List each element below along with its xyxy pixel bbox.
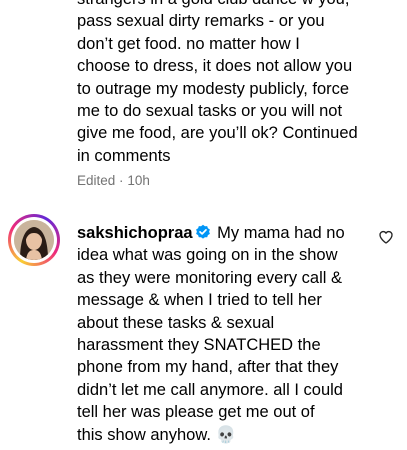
comment-line: to outrage my modesty publicly, force bbox=[77, 79, 350, 98]
comment-time[interactable]: 10h bbox=[127, 173, 150, 188]
comment-line: pass sexual dirty remarks - or you bbox=[77, 12, 325, 31]
comment-line: strangers in a gold club dance w you, bbox=[77, 0, 349, 8]
skull-emoji-icon: 💀 bbox=[215, 424, 237, 444]
comment-item: sakshichopraa My mama had no idea what w… bbox=[77, 222, 377, 446]
comment-line: give me food, are you’ll ok? Continued bbox=[77, 124, 358, 143]
avatar-photo bbox=[14, 220, 54, 260]
avatar-image-icon bbox=[14, 220, 54, 260]
meta-separator: · bbox=[119, 173, 124, 189]
comment-line: harassment they SNATCHED the bbox=[77, 336, 321, 355]
comment-line: My mama had no bbox=[217, 224, 345, 242]
comment-line: about these tasks & sexual bbox=[77, 313, 275, 332]
comment-line: tell her was please get me out of bbox=[77, 403, 315, 422]
comment-line: idea what was going on in the show bbox=[77, 246, 338, 265]
comment-text: strangers in a gold club dance w you, pa… bbox=[77, 0, 395, 167]
comment-username[interactable]: sakshichopraa bbox=[77, 224, 193, 242]
comment-line: phone from my hand, after that they bbox=[77, 358, 339, 377]
verified-badge-icon bbox=[195, 224, 210, 239]
comment-text: sakshichopraa My mama had no idea what w… bbox=[77, 222, 377, 446]
comment-line: didn’t let me call anymore. all I could bbox=[77, 380, 343, 399]
comment-line: me to do sexual tasks or you will not bbox=[77, 102, 343, 121]
comment-line: in comments bbox=[77, 146, 171, 165]
comment-line: this show anyhow. bbox=[77, 425, 211, 444]
avatar-border bbox=[11, 217, 57, 263]
edited-label: Edited bbox=[77, 173, 116, 189]
avatar[interactable] bbox=[8, 214, 60, 266]
comment-line: as they were monitoring every call & bbox=[77, 268, 343, 287]
heart-outline-icon bbox=[379, 230, 393, 244]
like-button[interactable] bbox=[378, 229, 394, 250]
comment-line: choose to dress, it does not allow you bbox=[77, 57, 353, 76]
comment-meta: Edited · 10h bbox=[77, 173, 395, 188]
comment-line: don’t get food. no matter how I bbox=[77, 34, 300, 53]
previous-comment: strangers in a gold club dance w you, pa… bbox=[77, 0, 395, 188]
comment-line: message & when I tried to tell her bbox=[77, 291, 322, 310]
